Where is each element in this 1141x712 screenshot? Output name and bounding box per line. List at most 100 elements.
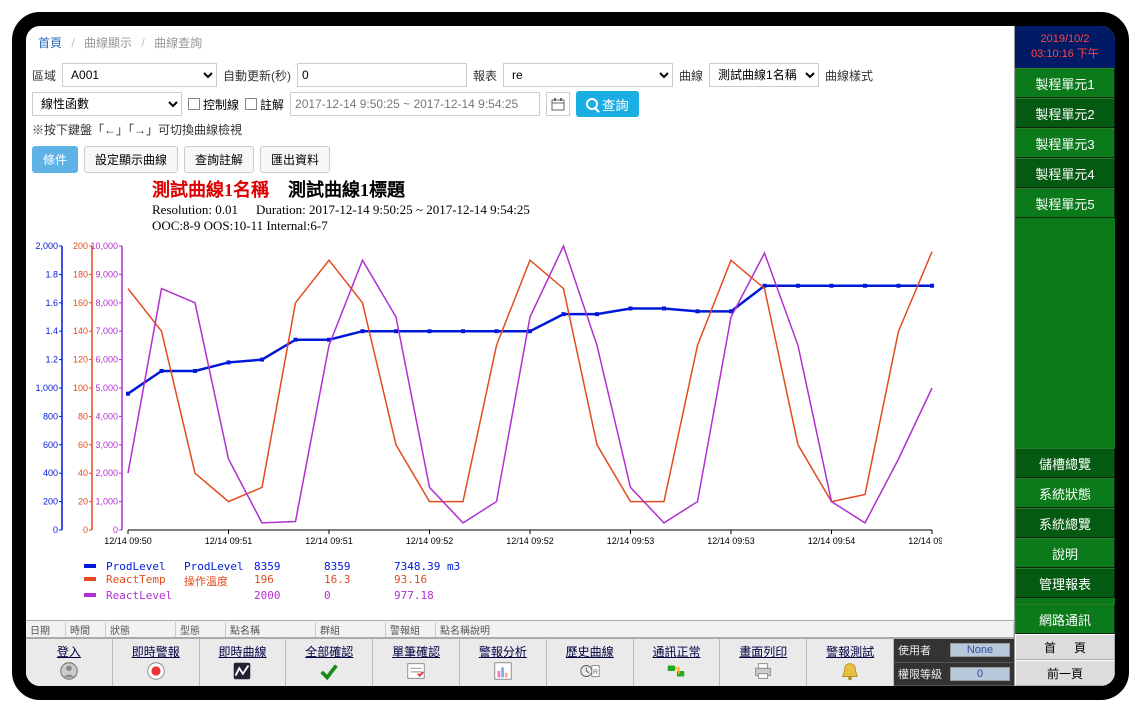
svg-text:7,000: 7,000 <box>95 326 118 336</box>
crumb-home[interactable]: 首頁 <box>38 36 62 50</box>
svg-text:4,000: 4,000 <box>95 411 118 421</box>
function-select[interactable]: 線性函數 <box>32 92 182 116</box>
perm-label: 權限等級 <box>898 666 950 682</box>
tab-bar: 條件 設定顯示曲線 查詢註解 匯出資料 <box>32 146 1008 173</box>
ctrl-line-checkbox[interactable]: 控制線 <box>188 96 239 113</box>
svg-text:200: 200 <box>73 241 88 251</box>
help-button[interactable]: 說明 <box>1015 538 1115 568</box>
svg-text:60: 60 <box>78 440 88 450</box>
tab-display-curve[interactable]: 設定顯示曲線 <box>84 146 178 173</box>
svg-text:120: 120 <box>73 355 88 365</box>
svg-text:1,000: 1,000 <box>95 497 118 507</box>
unit-3-button[interactable]: 製程單元3 <box>1015 128 1115 158</box>
comm-status-button[interactable]: 通訊正常 <box>634 639 721 686</box>
legend-swatch <box>84 577 96 581</box>
unit-5-button[interactable]: 製程單元5 <box>1015 188 1115 218</box>
legend-swatch <box>84 593 96 597</box>
tank-overview-button[interactable]: 儲槽總覽 <box>1015 448 1115 478</box>
alarm-grid-header: 日期 時間 狀態 型態 點名稱 群組 警報組 點名稱說明 <box>26 620 1014 638</box>
print-button[interactable]: 畫面列印 <box>720 639 807 686</box>
svg-text:12/14 09:53: 12/14 09:53 <box>607 536 655 546</box>
report-select[interactable]: re <box>503 63 673 87</box>
tab-export[interactable]: 匯出資料 <box>260 146 330 173</box>
chart-resolution: Resolution: 0.01 <box>152 202 238 217</box>
svg-text:0: 0 <box>83 525 88 535</box>
svg-text:12/14 09:54: 12/14 09:54 <box>908 536 942 546</box>
home-button[interactable]: 首頁 <box>1015 634 1115 660</box>
svg-text:1.4: 1.4 <box>45 326 58 336</box>
chart-limits: OOC:8-9 OOS:10-11 Internal:6-7 <box>152 218 328 233</box>
svg-text:180: 180 <box>73 269 88 279</box>
chart-duration: Duration: 2017-12-14 9:50:25 ~ 2017-12-1… <box>256 202 530 217</box>
ack-single-button[interactable]: 單筆確認 <box>373 639 460 686</box>
unit-2-button[interactable]: 製程單元2 <box>1015 98 1115 128</box>
curve-select[interactable]: 測試曲線1名稱 <box>709 63 819 87</box>
breadcrumb: 首頁 / 曲線顯示 / 曲線查詢 <box>32 26 1008 59</box>
svg-text:8,000: 8,000 <box>95 298 118 308</box>
date-range-input[interactable] <box>290 92 540 116</box>
svg-text:80: 80 <box>78 411 88 421</box>
svg-text:1,000: 1,000 <box>35 383 58 393</box>
search-icon <box>586 98 598 110</box>
report-button[interactable]: 管理報表 <box>1015 568 1115 598</box>
svg-text:R: R <box>593 669 598 676</box>
user-value: None <box>950 643 1010 657</box>
refresh-input[interactable] <box>297 63 467 87</box>
calendar-icon <box>551 97 565 111</box>
svg-text:1.8: 1.8 <box>45 269 58 279</box>
alarm-analysis-button[interactable]: 警報分析 <box>460 639 547 686</box>
refresh-label: 自動更新(秒) <box>223 67 291 84</box>
svg-text:160: 160 <box>73 298 88 308</box>
user-label: 使用者 <box>898 642 950 658</box>
svg-text:1.6: 1.6 <box>45 298 58 308</box>
history-curve-button[interactable]: 歷史曲線R <box>547 639 634 686</box>
area-select[interactable]: A001 <box>62 63 217 87</box>
ack-all-button[interactable]: 全部確認 <box>286 639 373 686</box>
back-button[interactable]: 前一頁 <box>1015 660 1115 686</box>
curve-label: 曲線 <box>679 67 703 84</box>
area-label: 區域 <box>32 67 56 84</box>
legend-row-temp: ReactTemp 操作溫度 196 16.3 93.16 <box>84 573 1008 589</box>
clock-panel: 2019/10/2 03:10:16 下午 <box>1015 26 1115 68</box>
alarm-test-button[interactable]: 警報測試 <box>807 639 894 686</box>
legend-row-level: ReactLevel 2000 0 977.18 <box>84 589 1008 602</box>
tab-query-anno[interactable]: 查詢註解 <box>184 146 254 173</box>
svg-text:12/14 09:50: 12/14 09:50 <box>104 536 152 546</box>
svg-text:10,000: 10,000 <box>90 241 118 251</box>
svg-text:20: 20 <box>78 497 88 507</box>
filter-row-2: 線性函數 控制線 註解 查詢 <box>32 91 1008 117</box>
svg-text:2,000: 2,000 <box>35 241 58 251</box>
svg-text:12/14 09:51: 12/14 09:51 <box>205 536 253 546</box>
user-info-box: 使用者None 權限等級0 <box>894 639 1014 686</box>
network-icon <box>664 660 688 682</box>
system-status-button[interactable]: 系統狀態 <box>1015 478 1115 508</box>
realtime-curve-button[interactable]: 即時曲線 <box>200 639 287 686</box>
login-button[interactable]: 登入 <box>26 639 113 686</box>
network-button[interactable]: 網路通訊 <box>1015 604 1115 634</box>
chart-title: 測試曲線1標題 <box>288 180 405 200</box>
calendar-button[interactable] <box>546 92 570 116</box>
svg-text:1.2: 1.2 <box>45 355 58 365</box>
keyboard-note: ※按下鍵盤「←」「→」可切換曲線檢視 <box>32 121 1008 138</box>
svg-text:12/14 09:53: 12/14 09:53 <box>707 536 755 546</box>
perm-value: 0 <box>950 667 1010 681</box>
svg-text:800: 800 <box>43 411 58 421</box>
realtime-alarm-button[interactable]: 即時警報 <box>113 639 200 686</box>
system-overview-button[interactable]: 系統總覽 <box>1015 508 1115 538</box>
svg-text:600: 600 <box>43 440 58 450</box>
legend-table: ProdLevel ProdLevel 8359 8359 7348.39 m3… <box>84 560 1008 602</box>
svg-text:200: 200 <box>43 497 58 507</box>
tab-condition[interactable]: 條件 <box>32 146 78 173</box>
svg-text:40: 40 <box>78 468 88 478</box>
chart-name: 測試曲線1名稱 <box>152 180 269 200</box>
svg-text:9,000: 9,000 <box>95 269 118 279</box>
anno-checkbox[interactable]: 註解 <box>245 96 284 113</box>
svg-text:6,000: 6,000 <box>95 355 118 365</box>
unit-1-button[interactable]: 製程單元1 <box>1015 68 1115 98</box>
list-check-icon <box>404 660 428 682</box>
query-button[interactable]: 查詢 <box>576 91 639 117</box>
svg-text:100: 100 <box>73 383 88 393</box>
bell-icon <box>838 660 862 682</box>
unit-4-button[interactable]: 製程單元4 <box>1015 158 1115 188</box>
svg-text:3,000: 3,000 <box>95 440 118 450</box>
